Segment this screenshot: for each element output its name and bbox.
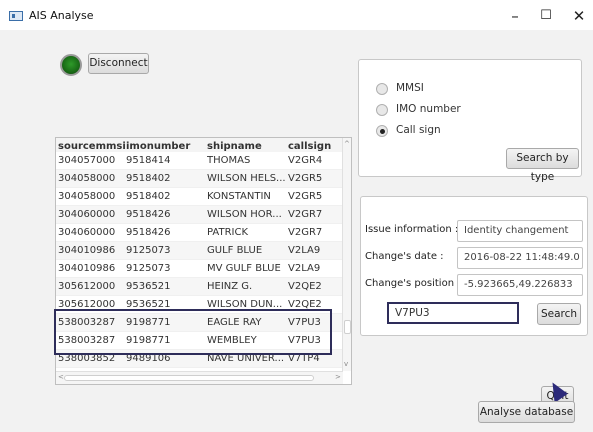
table-cell-imonumber: 9536521 [126, 281, 171, 292]
table-cell-callsign: V2QE2 [288, 281, 322, 292]
title-bar: AIS Analyse – ☐ ✕ [0, 0, 593, 30]
table-cell-shipname: WILSON HOR... [207, 209, 282, 220]
table-cell-callsign: V2LA9 [288, 263, 321, 274]
table-cell-shipname: HEINZ G. [207, 281, 253, 292]
radio-imo-circle[interactable] [376, 104, 388, 116]
table-row[interactable]: 304057000 9518414 THOMAS V2GR4 [56, 152, 343, 170]
table-cell-callsign: V2GR5 [288, 191, 323, 202]
table-row[interactable]: 304060000 9518426 PATRICK V2GR7 [56, 224, 343, 242]
horizontal-scrollbar[interactable]: < > [56, 371, 343, 384]
table-row[interactable]: 304060000 9518426 WILSON HOR... V2GR7 [56, 206, 343, 224]
change-date-field[interactable]: 2016-08-22 11:48:49.0 [457, 247, 583, 269]
table-row[interactable]: 304010986 9125073 MV GULF BLUE V2LA9 [56, 260, 343, 278]
analyse-database-button[interactable]: Analyse database [478, 401, 575, 423]
change-position-field[interactable]: -5.923665,49.226833 [457, 274, 583, 296]
table-cell-sourcemmsi: 304060000 [58, 227, 116, 238]
scroll-right-icon[interactable]: > [335, 373, 341, 381]
table-cell-sourcemmsi: 304057000 [58, 155, 116, 166]
table-cell-callsign: V2GR7 [288, 209, 323, 220]
app-icon [9, 11, 23, 21]
window-title: AIS Analyse [29, 9, 94, 22]
radio-mmsi-circle[interactable] [376, 83, 388, 95]
table-cell-imonumber: 9518402 [126, 173, 171, 184]
table-cell-shipname: MV GULF BLUE [207, 263, 281, 274]
table-cell-shipname: PATRICK [207, 227, 249, 238]
table-cell-sourcemmsi: 304060000 [58, 209, 116, 220]
issue-information-label: Issue information : [365, 224, 459, 235]
radio-call-sign-label: Call sign [396, 124, 441, 136]
table-cell-imonumber: 9125073 [126, 245, 171, 256]
table-cell-imonumber: 9518426 [126, 227, 171, 238]
change-date-label: Change's date : [365, 251, 444, 262]
column-header-imonumber[interactable]: imonumber [126, 141, 190, 152]
table-cell-sourcemmsi: 304058000 [58, 173, 116, 184]
table-cell-callsign: V2GR7 [288, 227, 323, 238]
radio-mmsi-label: MMSI [396, 82, 424, 94]
scroll-left-icon[interactable]: < [58, 373, 64, 381]
table-cell-imonumber: 9125073 [126, 263, 171, 274]
table-cell-sourcemmsi: 304010986 [58, 245, 116, 256]
table-cell-callsign: V2GR4 [288, 155, 323, 166]
radio-imo-label: IMO number [396, 103, 461, 115]
table-cell-callsign: V2LA9 [288, 245, 321, 256]
scroll-up-icon[interactable]: ^ [344, 140, 350, 148]
column-header-shipname[interactable]: shipname [207, 141, 262, 152]
horizontal-scroll-thumb[interactable] [64, 375, 314, 381]
table-row[interactable]: 305612000 9536521 HEINZ G. V2QE2 [56, 278, 343, 296]
issue-information-field[interactable]: Identity changement [457, 220, 583, 242]
search-by-type-button[interactable]: Search by type [506, 148, 579, 183]
table-cell-imonumber: 9518426 [126, 209, 171, 220]
highlighted-rows-box [54, 309, 332, 355]
table-row[interactable]: 304010986 9125073 GULF BLUE V2LA9 [56, 242, 343, 260]
table-cell-shipname: KONSTANTIN [207, 191, 271, 202]
callsign-search-input[interactable]: V7PU3 [387, 302, 519, 324]
radio-call-sign-circle[interactable] [376, 125, 388, 137]
table-cell-callsign: V2GR5 [288, 173, 323, 184]
table-cell-sourcemmsi: 304058000 [58, 191, 116, 202]
table-cell-imonumber: 9518402 [126, 191, 171, 202]
column-header-callsign[interactable]: callsign [288, 141, 331, 152]
disconnect-button[interactable]: Disconnect [88, 53, 149, 74]
vertical-scrollbar[interactable]: ^ v [342, 138, 351, 371]
table-cell-imonumber: 9518414 [126, 155, 171, 166]
scroll-down-icon[interactable]: v [344, 360, 348, 368]
table-cell-shipname: WILSON HELS... [207, 173, 285, 184]
vertical-scroll-thumb[interactable] [344, 320, 351, 334]
table-cell-sourcemmsi: 305612000 [58, 281, 116, 292]
column-header-sourcemmsi[interactable]: sourcemmsi [58, 141, 126, 152]
connection-status-icon [60, 54, 82, 76]
search-type-panel: MMSI IMO number Call sign Search by type [358, 59, 582, 183]
table-cell-shipname: GULF BLUE [207, 245, 263, 256]
table-cell-shipname: THOMAS [207, 155, 251, 166]
callsign-search-value: V7PU3 [395, 307, 430, 319]
search-button[interactable]: Search [537, 303, 581, 325]
change-position-label: Change's position : [365, 278, 461, 289]
close-button[interactable]: ✕ [559, 3, 593, 29]
table-header: sourcemmsi imonumber shipname callsign [56, 138, 351, 152]
table-cell-sourcemmsi: 304010986 [58, 263, 116, 274]
table-row[interactable]: 304058000 9518402 KONSTANTIN V2GR5 [56, 188, 343, 206]
table-row[interactable]: 304058000 9518402 WILSON HELS... V2GR5 [56, 170, 343, 188]
